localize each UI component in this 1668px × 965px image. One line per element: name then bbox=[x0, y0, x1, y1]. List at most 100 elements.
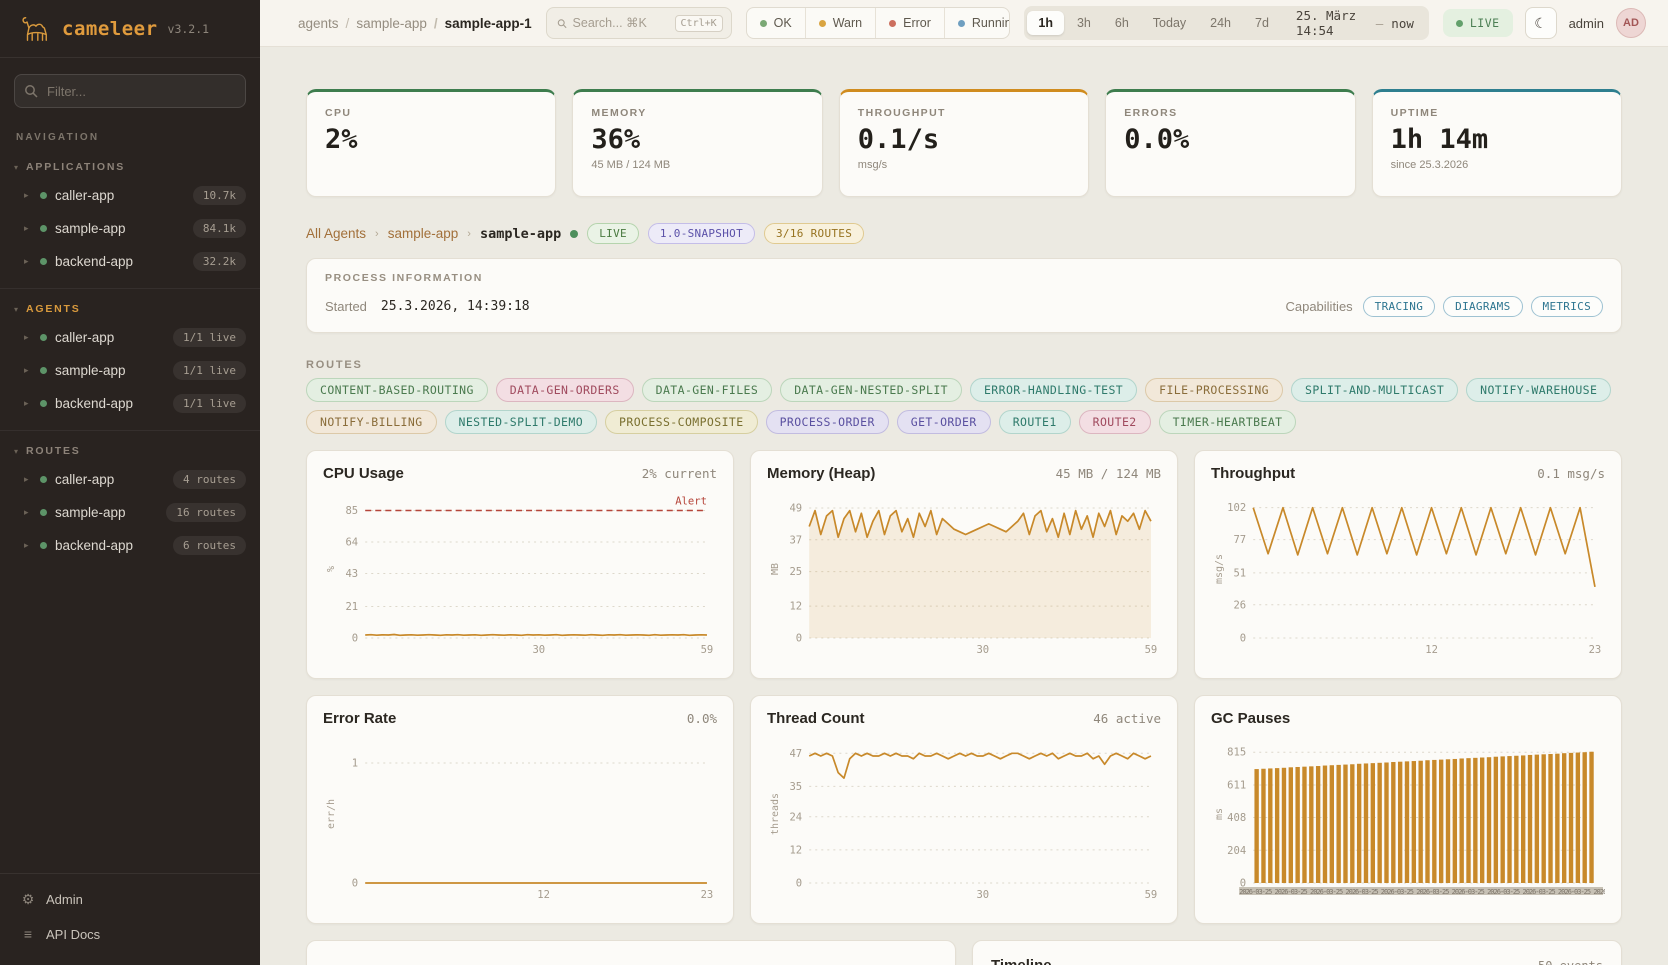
svg-text:0: 0 bbox=[352, 878, 358, 890]
search-input[interactable] bbox=[573, 16, 669, 30]
route-chip-timer-heartbeat[interactable]: TIMER-HEARTBEAT bbox=[1159, 410, 1297, 434]
app-root: cameleer v3.2.1 NAVIGATION ▾APPLICATIONS… bbox=[0, 0, 1668, 965]
route-chip-file-processing[interactable]: FILE-PROCESSING bbox=[1145, 378, 1283, 402]
logo-row: cameleer v3.2.1 bbox=[0, 0, 260, 58]
status-filter-running[interactable]: Running bbox=[944, 8, 1010, 38]
item-label: backend-app bbox=[55, 254, 185, 269]
section-header-routes[interactable]: ▾ROUTES bbox=[0, 437, 260, 463]
time-range-6h[interactable]: 6h bbox=[1104, 11, 1140, 35]
timeline-title: Timeline bbox=[991, 957, 1052, 965]
time-range-today[interactable]: Today bbox=[1142, 11, 1197, 35]
svg-text:12: 12 bbox=[789, 601, 802, 613]
bottom-row: APPLICATION LOG AllWarningsErrors Timeli… bbox=[306, 940, 1622, 965]
route-chip-route2[interactable]: ROUTE2 bbox=[1079, 410, 1151, 434]
route-chip-content-based-routing[interactable]: CONTENT-BASED-ROUTING bbox=[306, 378, 488, 402]
log-tab-all[interactable]: All bbox=[742, 957, 787, 965]
route-chip-route1[interactable]: ROUTE1 bbox=[999, 410, 1071, 434]
sidebar-filter bbox=[14, 74, 246, 108]
status-dot-icon bbox=[40, 192, 47, 199]
chart-title: Memory (Heap) bbox=[767, 465, 875, 482]
theme-toggle-moon-icon[interactable]: ☾ bbox=[1525, 7, 1557, 39]
item-badge: 1/1 live bbox=[173, 328, 246, 347]
chart-card-gc-pauses: GC Pauses0204408611815ms2026-03-25 2026-… bbox=[1194, 695, 1622, 924]
route-chip-data-gen-orders[interactable]: DATA-GEN-ORDERS bbox=[496, 378, 634, 402]
time-range-group: 1h3h6hToday24h7d25. März 14:54—now bbox=[1024, 6, 1428, 40]
chart-current-value: 0.0% bbox=[687, 711, 717, 726]
svg-text:0: 0 bbox=[1240, 633, 1246, 645]
chevron-right-icon: ▸ bbox=[24, 365, 32, 376]
time-range-1h[interactable]: 1h bbox=[1027, 11, 1064, 35]
sidebar-item-backend-app[interactable]: ▸backend-app32.2k bbox=[0, 245, 260, 278]
route-chip-data-gen-files[interactable]: DATA-GEN-FILES bbox=[642, 378, 773, 402]
route-chip-error-handling-test[interactable]: ERROR-HANDLING-TEST bbox=[970, 378, 1137, 402]
camel-logo-icon bbox=[18, 14, 52, 44]
item-badge: 4 routes bbox=[173, 470, 246, 489]
footer-item-api-docs[interactable]: ≡API Docs bbox=[0, 917, 260, 951]
status-filter-warn[interactable]: Warn bbox=[805, 8, 875, 38]
svg-text:0: 0 bbox=[796, 878, 802, 890]
chart-plot: 0204408611815ms2026-03-25 2026-03-25 202… bbox=[1211, 731, 1605, 903]
sidebar-item-caller-app[interactable]: ▸caller-app4 routes bbox=[0, 463, 260, 496]
chart-header: Memory (Heap)45 MB / 124 MB bbox=[767, 465, 1161, 482]
avatar[interactable]: AD bbox=[1616, 8, 1646, 38]
route-chip-nested-split-demo[interactable]: NESTED-SPLIT-DEMO bbox=[445, 410, 598, 434]
chart-title: Throughput bbox=[1211, 465, 1295, 482]
date-range-start: 25. März 14:54 bbox=[1296, 8, 1368, 38]
route-chip-notify-billing[interactable]: NOTIFY-BILLING bbox=[306, 410, 437, 434]
routes-section-title: ROUTES bbox=[306, 359, 1622, 371]
log-tab-warnings[interactable]: Warnings bbox=[788, 957, 873, 965]
context-crumb[interactable]: sample-app bbox=[388, 226, 459, 241]
caret-down-icon: ▾ bbox=[14, 447, 18, 456]
live-label: LIVE bbox=[1470, 16, 1500, 30]
sidebar-item-sample-app[interactable]: ▸sample-app84.1k bbox=[0, 212, 260, 245]
svg-text:0: 0 bbox=[352, 633, 358, 645]
item-label: caller-app bbox=[55, 188, 185, 203]
status-filter-error[interactable]: Error bbox=[875, 8, 944, 38]
metric-cards: CPU2%MEMORY36%45 MB / 124 MBTHROUGHPUT0.… bbox=[306, 89, 1622, 197]
chevron-right-icon: ▸ bbox=[24, 398, 32, 409]
svg-text:59: 59 bbox=[1145, 644, 1158, 656]
context-row: All Agents›sample-app›sample-appLIVE1.0-… bbox=[306, 223, 1622, 244]
sidebar-item-sample-app[interactable]: ▸sample-app1/1 live bbox=[0, 354, 260, 387]
route-chip-split-and-multicast[interactable]: SPLIT-AND-MULTICAST bbox=[1291, 378, 1458, 402]
route-chip-process-composite[interactable]: PROCESS-COMPOSITE bbox=[605, 410, 758, 434]
item-badge: 1/1 live bbox=[173, 394, 246, 413]
metric-value: 1h 14m bbox=[1391, 124, 1603, 155]
route-chip-get-order[interactable]: GET-ORDER bbox=[897, 410, 991, 434]
caret-down-icon: ▾ bbox=[14, 305, 18, 314]
section-header-agents[interactable]: ▾AGENTS bbox=[0, 295, 260, 321]
chart-current-value: 2% current bbox=[642, 466, 717, 481]
sidebar-item-sample-app[interactable]: ▸sample-app16 routes bbox=[0, 496, 260, 529]
log-tab-errors[interactable]: Errors bbox=[872, 957, 937, 965]
svg-text:30: 30 bbox=[976, 644, 989, 656]
sidebar-item-backend-app[interactable]: ▸backend-app6 routes bbox=[0, 529, 260, 562]
breadcrumb-item[interactable]: sample-app bbox=[339, 16, 427, 31]
status-dot-icon bbox=[40, 367, 47, 374]
footer-item-admin[interactable]: ⚙Admin bbox=[0, 882, 260, 917]
time-range-24h[interactable]: 24h bbox=[1199, 11, 1242, 35]
route-chip-notify-warehouse[interactable]: NOTIFY-WAREHOUSE bbox=[1466, 378, 1611, 402]
context-crumb[interactable]: All Agents bbox=[306, 226, 366, 241]
section-header-applications[interactable]: ▾APPLICATIONS bbox=[0, 153, 260, 179]
route-chip-process-order[interactable]: PROCESS-ORDER bbox=[766, 410, 889, 434]
main-area: agentssample-appsample-app-1 Ctrl+K OKWa… bbox=[260, 0, 1668, 965]
metric-label: ERRORS bbox=[1124, 107, 1336, 119]
status-filter-ok[interactable]: OK bbox=[747, 8, 805, 38]
status-dot-icon bbox=[40, 258, 47, 265]
time-range-3h[interactable]: 3h bbox=[1066, 11, 1102, 35]
svg-text:12: 12 bbox=[789, 844, 802, 856]
chevron-right-icon: ▸ bbox=[24, 507, 32, 518]
filter-input[interactable] bbox=[14, 74, 246, 108]
route-chip-data-gen-nested-split[interactable]: DATA-GEN-NESTED-SPLIT bbox=[780, 378, 962, 402]
metric-subtext: msg/s bbox=[858, 159, 1070, 171]
breadcrumb-item[interactable]: agents bbox=[298, 16, 339, 31]
sidebar-item-backend-app[interactable]: ▸backend-app1/1 live bbox=[0, 387, 260, 420]
sidebar-item-caller-app[interactable]: ▸caller-app10.7k bbox=[0, 179, 260, 212]
svg-text:611: 611 bbox=[1227, 779, 1246, 791]
chart-header: Thread Count46 active bbox=[767, 710, 1161, 727]
svg-text:815: 815 bbox=[1227, 747, 1246, 759]
sidebar-item-caller-app[interactable]: ▸caller-app1/1 live bbox=[0, 321, 260, 354]
status-filter-label: Warn bbox=[833, 16, 862, 30]
time-range-7d[interactable]: 7d bbox=[1244, 11, 1280, 35]
nav-section-agents: ▾AGENTS▸caller-app1/1 live▸sample-app1/1… bbox=[0, 289, 260, 431]
